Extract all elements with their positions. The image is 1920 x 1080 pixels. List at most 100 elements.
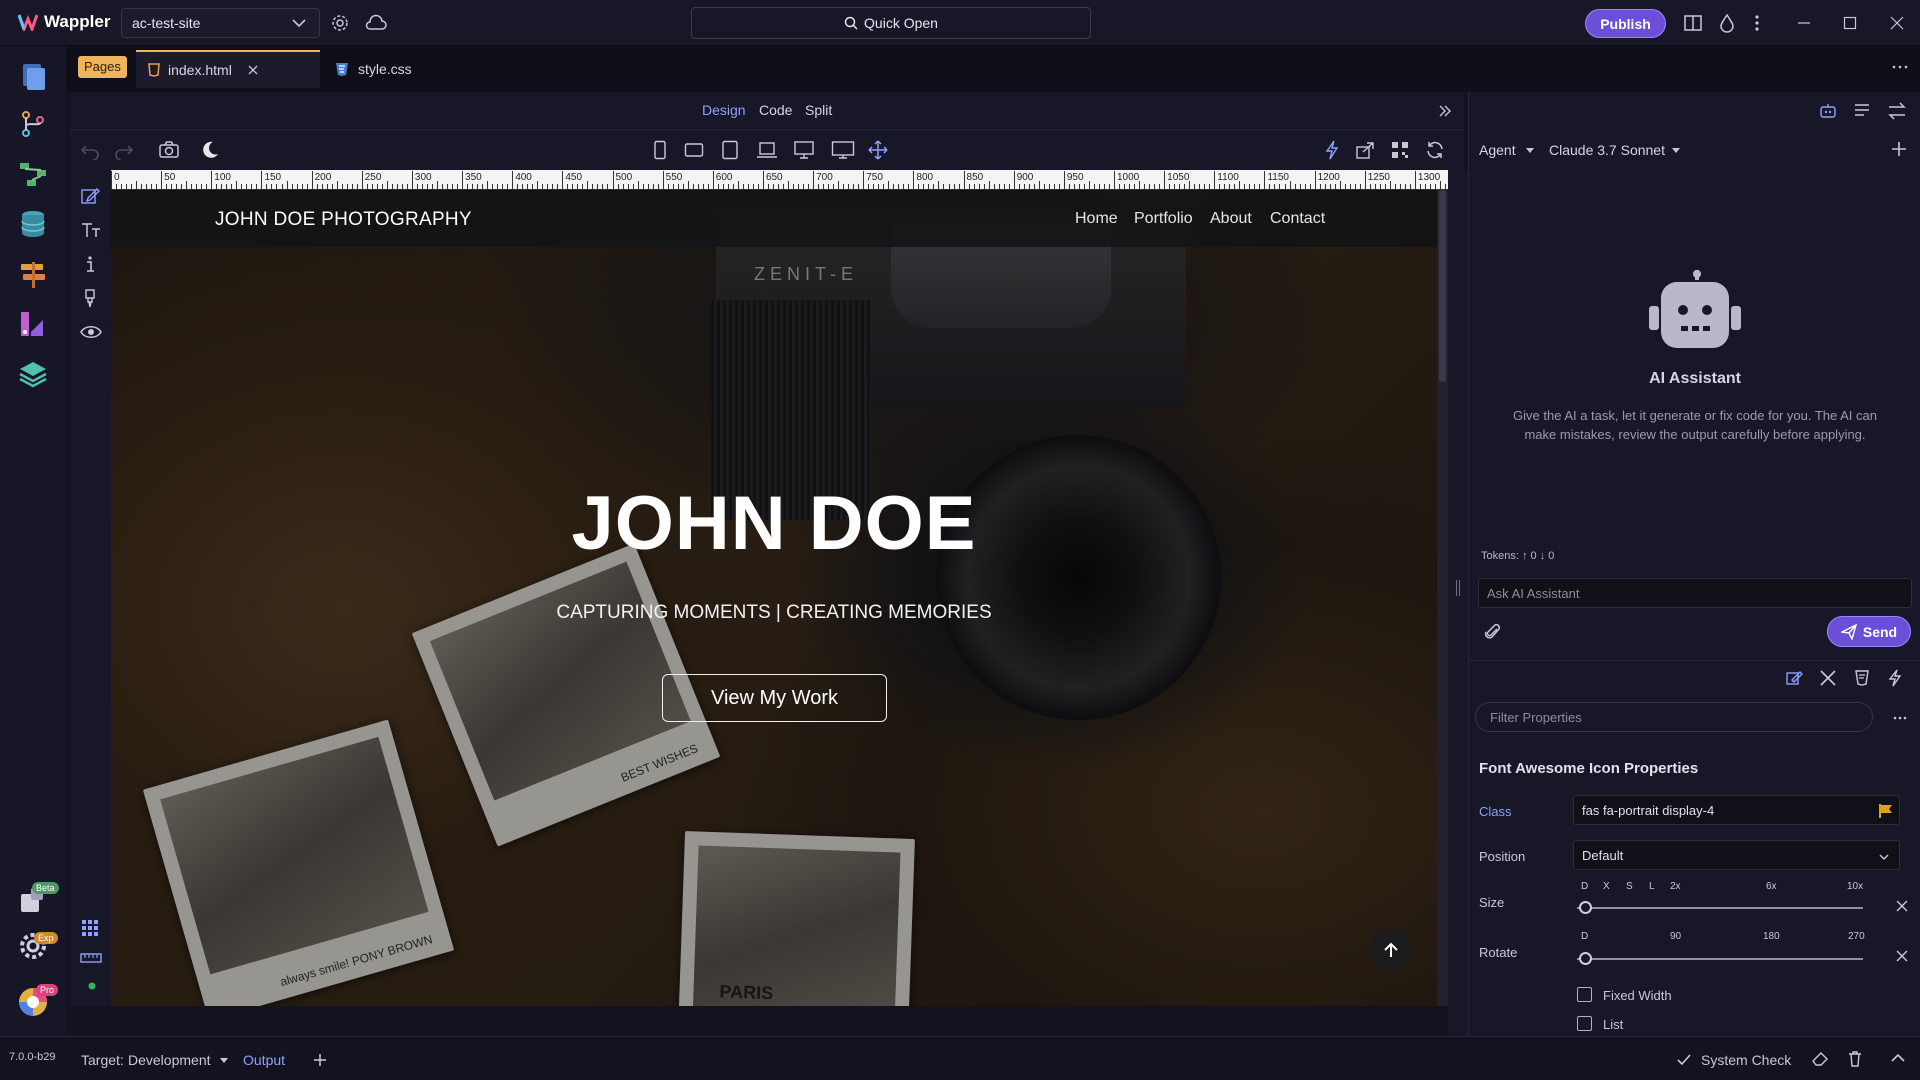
- canvas-scrollbar[interactable]: [1437, 190, 1448, 1006]
- lightning-icon[interactable]: [1324, 140, 1340, 160]
- pages-icon[interactable]: [17, 60, 49, 92]
- design-canvas[interactable]: ZENIT-E BEST WISHES always smile! PONY B…: [111, 190, 1437, 1006]
- more-horizontal-icon[interactable]: [1892, 64, 1908, 70]
- list-icon[interactable]: [1853, 101, 1871, 121]
- nav-link-home[interactable]: Home: [1075, 210, 1118, 228]
- size-slider-handle[interactable]: [1579, 901, 1592, 914]
- publish-button[interactable]: Publish: [1585, 9, 1666, 38]
- filter-properties-input[interactable]: Filter Properties: [1475, 702, 1873, 732]
- device-tablet-icon[interactable]: [721, 140, 739, 160]
- flag-icon[interactable]: [1878, 803, 1894, 819]
- ai-robot-small-icon[interactable]: [1818, 101, 1838, 121]
- view-work-button[interactable]: View My Work: [662, 674, 887, 722]
- list-checkbox[interactable]: [1577, 1016, 1592, 1031]
- ai-model-select[interactable]: Claude 3.7 Sonnet: [1549, 142, 1665, 158]
- mode-code[interactable]: Code: [759, 102, 792, 118]
- position-select[interactable]: Default: [1573, 840, 1900, 870]
- qr-code-icon[interactable]: [1391, 140, 1409, 160]
- more-horizontal-icon[interactable]: [1893, 716, 1907, 720]
- undo-icon[interactable]: [80, 140, 100, 160]
- size-slider-track[interactable]: [1577, 907, 1863, 909]
- database-icon[interactable]: [17, 208, 49, 240]
- nav-link-about[interactable]: About: [1210, 210, 1252, 228]
- device-phone-portrait-icon[interactable]: [653, 140, 667, 160]
- text-size-icon[interactable]: [80, 220, 102, 240]
- site-brand[interactable]: JOHN DOE PHOTOGRAPHY: [215, 209, 472, 231]
- brush-icon[interactable]: [80, 288, 100, 308]
- tools-icon[interactable]: [1819, 669, 1837, 687]
- tab-style-css[interactable]: style.css: [334, 50, 412, 88]
- nav-link-portfolio[interactable]: Portfolio: [1134, 210, 1193, 228]
- trash-icon[interactable]: [1847, 1050, 1863, 1068]
- rotate-slider-handle[interactable]: [1579, 952, 1592, 965]
- rotate-slider-track[interactable]: [1577, 958, 1863, 960]
- minimize-icon[interactable]: [1797, 13, 1811, 33]
- mode-split[interactable]: Split: [805, 102, 832, 118]
- dynamic-events-icon[interactable]: [1887, 669, 1903, 687]
- clear-rotate-icon[interactable]: [1896, 950, 1908, 962]
- share-icon[interactable]: [1355, 140, 1375, 160]
- mode-design[interactable]: Design: [702, 102, 746, 118]
- grid-blocks-icon[interactable]: [80, 918, 100, 938]
- design-system-icon[interactable]: [17, 308, 49, 340]
- device-laptop-icon[interactable]: [756, 140, 778, 160]
- chevron-up-icon[interactable]: [1891, 1053, 1905, 1063]
- ai-prompt-input[interactable]: Ask AI Assistant: [1478, 578, 1912, 608]
- cloud-icon[interactable]: [364, 13, 388, 33]
- fixed-width-checkbox[interactable]: [1577, 987, 1592, 1002]
- css-style-icon[interactable]: [1853, 669, 1871, 687]
- layers-icon[interactable]: [17, 358, 49, 390]
- close-icon[interactable]: [1890, 13, 1904, 33]
- output-tab[interactable]: Output: [243, 1052, 285, 1068]
- device-desktop-icon[interactable]: [793, 140, 815, 160]
- back-to-top-button[interactable]: [1369, 928, 1413, 972]
- drop-icon[interactable]: [1718, 13, 1736, 33]
- paperclip-icon[interactable]: [1485, 623, 1501, 641]
- caret-down-icon: [1526, 148, 1534, 153]
- gear-icon[interactable]: [330, 13, 350, 33]
- api-routes-icon[interactable]: [17, 258, 49, 290]
- ruler-tick: [1404, 184, 1406, 189]
- site-select[interactable]: ac-test-site: [121, 8, 320, 38]
- move-arrows-icon[interactable]: [868, 140, 888, 160]
- workflow-icon[interactable]: [17, 158, 49, 190]
- clear-size-icon[interactable]: [1896, 900, 1908, 912]
- splitter-grip[interactable]: [1456, 580, 1460, 596]
- git-branch-icon[interactable]: [17, 108, 49, 140]
- device-wide-desktop-icon[interactable]: [831, 140, 855, 160]
- ruler-tick: [281, 184, 283, 189]
- class-label: Class: [1479, 804, 1512, 819]
- edit-properties-icon[interactable]: [1785, 669, 1803, 687]
- device-phone-landscape-icon[interactable]: [684, 140, 704, 160]
- scrollbar-thumb[interactable]: [1439, 190, 1446, 382]
- nav-link-contact[interactable]: Contact: [1270, 210, 1325, 228]
- maximize-icon[interactable]: [1843, 13, 1857, 33]
- eye-icon[interactable]: [80, 322, 102, 342]
- ai-mode-select[interactable]: Agent: [1479, 142, 1516, 158]
- target-select[interactable]: Development: [128, 1052, 211, 1068]
- system-check[interactable]: System Check: [1701, 1052, 1791, 1068]
- pages-badge[interactable]: Pages: [78, 56, 127, 78]
- layout-split-icon[interactable]: [1683, 13, 1703, 33]
- more-vertical-icon[interactable]: [1754, 13, 1760, 33]
- info-icon[interactable]: [80, 254, 100, 274]
- refresh-icon[interactable]: [1425, 140, 1445, 160]
- close-tab-icon[interactable]: [248, 65, 258, 75]
- dark-mode-moon-icon[interactable]: [200, 140, 220, 160]
- edit-pencil-icon[interactable]: [80, 186, 100, 206]
- eraser-icon[interactable]: [1811, 1051, 1829, 1067]
- camera-icon[interactable]: [158, 140, 180, 160]
- send-button[interactable]: Send: [1827, 616, 1911, 647]
- token-counter: Tokens: ↑ 0 ↓ 0: [1481, 550, 1554, 562]
- plus-icon[interactable]: [1891, 141, 1907, 157]
- redo-icon[interactable]: [114, 140, 134, 160]
- panel-splitter[interactable]: [1448, 170, 1468, 1036]
- class-input[interactable]: fas fa-portrait display-4: [1573, 795, 1900, 825]
- quick-open-input[interactable]: Quick Open: [691, 7, 1091, 39]
- plus-icon[interactable]: [313, 1053, 327, 1067]
- double-chevron-right-icon[interactable]: [1438, 105, 1452, 117]
- tab-index-html[interactable]: index.html: [136, 50, 320, 88]
- ruler-icon[interactable]: [80, 948, 102, 968]
- ruler-tick: [482, 184, 484, 189]
- swap-arrows-icon[interactable]: [1887, 101, 1907, 121]
